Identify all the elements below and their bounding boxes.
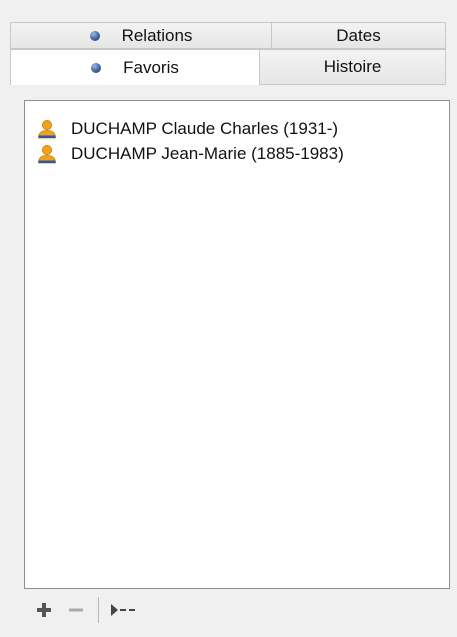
- tab-label: Relations: [121, 25, 193, 45]
- favorites-list[interactable]: DUCHAMP Claude Charles (1931-) DUCHAMP J…: [24, 100, 450, 589]
- remove-favorite-button[interactable]: [62, 596, 90, 624]
- tab-histoire[interactable]: Histoire: [260, 49, 446, 85]
- favorite-name: DUCHAMP Jean-Marie (1885-1983): [71, 143, 344, 163]
- tab-label: Dates: [336, 25, 381, 45]
- minus-icon: [69, 608, 83, 611]
- favorite-name: DUCHAMP Claude Charles (1931-): [71, 118, 339, 138]
- tab-row-back: Relations Dates: [10, 22, 446, 49]
- tab-dot-icon: [91, 62, 102, 73]
- list-item[interactable]: DUCHAMP Claude Charles (1931-): [25, 116, 449, 141]
- tab-row-front: Favoris Histoire: [10, 49, 446, 85]
- plus-icon: [37, 602, 51, 617]
- list-toolbar: [24, 590, 450, 629]
- list-item[interactable]: DUCHAMP Jean-Marie (1885-1983): [25, 141, 449, 166]
- person-icon: [38, 144, 56, 163]
- toolbar-divider: [98, 596, 99, 623]
- tab-dot-icon: [89, 30, 100, 41]
- tab-label: Histoire: [323, 57, 382, 76]
- goto-favorite-button[interactable]: [107, 596, 147, 624]
- tab-relations[interactable]: Relations: [10, 22, 272, 49]
- tab-label: Favoris: [123, 57, 179, 77]
- arrow-dashes-icon: [111, 603, 135, 616]
- tab-favoris[interactable]: Favoris: [10, 49, 260, 85]
- tab-dates[interactable]: Dates: [272, 22, 446, 49]
- person-icon: [38, 119, 56, 138]
- favorites-panel: Relations Dates Favoris Histoire DUCHAMP…: [0, 0, 457, 637]
- add-favorite-button[interactable]: [30, 596, 58, 624]
